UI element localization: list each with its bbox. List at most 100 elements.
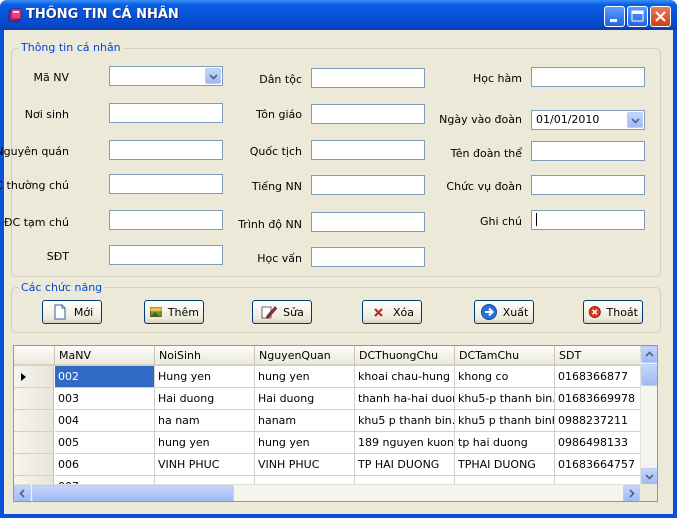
row-header[interactable]: [14, 388, 54, 410]
scroll-right-button[interactable]: [623, 485, 640, 501]
horizontal-scroll-thumb[interactable]: [32, 485, 234, 501]
sua-button[interactable]: Sửa: [252, 300, 312, 324]
column-header-dctamchu[interactable]: DCTamChu: [455, 346, 555, 366]
cell-nguyenquan[interactable]: hung yen: [255, 366, 355, 388]
cell-manv[interactable]: 004: [55, 410, 155, 432]
tiengnn-field[interactable]: [311, 175, 425, 195]
cell-noisinh[interactable]: VINH PHUC: [155, 454, 255, 476]
cell-dcthuongchu[interactable]: TP HAI DUONG: [355, 454, 455, 476]
label-manv: Mã NV: [33, 71, 69, 84]
cell-dcthuongchu[interactable]: khu5 p thanh bin...: [355, 410, 455, 432]
row-header[interactable]: [14, 410, 54, 432]
label-tendoanthe: Tên đoàn thể: [450, 147, 522, 160]
cell-dctamchu[interactable]: tp hai duong: [455, 432, 555, 454]
manv-dropdown-button[interactable]: [205, 68, 221, 84]
label-tongiao: Tôn giáo: [256, 108, 302, 121]
cell-dctamchu[interactable]: khu5-p thanh bin...: [455, 388, 555, 410]
column-header-sdt[interactable]: SDT: [555, 346, 642, 366]
maximize-button[interactable]: [627, 6, 648, 27]
cell-noisinh[interactable]: hung yen: [155, 432, 255, 454]
row-header[interactable]: [14, 366, 54, 388]
quoctich-field[interactable]: [311, 140, 425, 160]
vertical-scroll-thumb[interactable]: [641, 364, 657, 386]
scroll-up-button[interactable]: [641, 346, 657, 363]
them-button[interactable]: Thêm: [144, 300, 204, 324]
dcthuongchu-field[interactable]: [109, 174, 223, 194]
cell-nguyenquan[interactable]: hung yen: [255, 432, 355, 454]
employee-data-grid[interactable]: MaNV NoiSinh NguyenQuan DCThuongChu DCTa…: [13, 345, 658, 502]
scroll-down-button[interactable]: [641, 468, 657, 485]
cell-manv[interactable]: 002: [55, 366, 155, 388]
thoat-button[interactable]: Thoát: [583, 300, 643, 324]
dantoc-field[interactable]: [311, 68, 425, 88]
chucvudoan-field[interactable]: [531, 175, 645, 195]
functions-legend: Các chức năng: [18, 281, 106, 294]
label-trinhdonn: Trình độ NN: [238, 218, 302, 231]
label-nguyenquan: Nguyên quán: [0, 145, 69, 158]
cell-dctamchu[interactable]: khong co: [455, 366, 555, 388]
horizontal-scrollbar[interactable]: [14, 484, 640, 501]
title-bar[interactable]: THÔNG TIN CÁ NHÂN: [0, 0, 677, 30]
personal-info-legend: Thông tin cá nhân: [18, 41, 124, 54]
cell-dctamchu[interactable]: TPHAI DUONG: [455, 454, 555, 476]
moi-label: Mới: [73, 305, 94, 319]
ghichu-field[interactable]: [531, 210, 645, 230]
cell-sdt[interactable]: 0988237211: [555, 410, 642, 432]
cell-dcthuongchu[interactable]: khoai chau-hung ...: [355, 366, 455, 388]
cell-nguyenquan[interactable]: Hai duong: [255, 388, 355, 410]
dctamchu-field[interactable]: [109, 210, 223, 230]
manv-combo[interactable]: [109, 66, 223, 86]
cell-nguyenquan[interactable]: hanam: [255, 410, 355, 432]
nguyenquan-field[interactable]: [109, 140, 223, 160]
label-sdt: SĐT: [46, 250, 69, 263]
current-row-arrow-icon: [21, 373, 26, 381]
label-hocham: Học hàm: [473, 72, 522, 85]
column-header-nguyenquan[interactable]: NguyenQuan: [255, 346, 355, 366]
chevron-left-icon: [19, 489, 25, 498]
tendoanthe-field[interactable]: [531, 141, 645, 161]
cell-dcthuongchu[interactable]: 189 nguyen kuon...: [355, 432, 455, 454]
scroll-left-button[interactable]: [14, 485, 31, 501]
cell-dctamchu[interactable]: khu5 p thanh binh: [455, 410, 555, 432]
maximize-icon: [631, 10, 644, 22]
minimize-button[interactable]: [604, 6, 625, 27]
column-header-manv[interactable]: MaNV: [55, 346, 155, 366]
thoat-label: Thoát: [606, 305, 638, 319]
cell-sdt[interactable]: 0986498133: [555, 432, 642, 454]
row-header[interactable]: [14, 454, 54, 476]
cell-noisinh[interactable]: ha nam: [155, 410, 255, 432]
chevron-down-icon: [209, 74, 218, 80]
sdt-field[interactable]: [109, 245, 223, 265]
xuat-button[interactable]: Xuất: [474, 300, 534, 324]
hocham-field[interactable]: [531, 67, 645, 87]
xoa-button[interactable]: Xóa: [362, 300, 422, 324]
row-header[interactable]: [14, 432, 54, 454]
window-title: THÔNG TIN CÁ NHÂN: [26, 7, 179, 22]
ngayvaodoan-dropdown-button[interactable]: [627, 112, 643, 128]
cell-sdt[interactable]: 01683664757: [555, 454, 642, 476]
cell-noisinh[interactable]: Hung yen: [155, 366, 255, 388]
chevron-down-icon: [631, 118, 640, 124]
vertical-scrollbar[interactable]: [640, 346, 657, 485]
chevron-up-icon: [645, 351, 654, 357]
column-header-dcthuongchu[interactable]: DCThuongChu: [355, 346, 455, 366]
cell-manv[interactable]: 003: [55, 388, 155, 410]
moi-button[interactable]: Mới: [42, 300, 102, 324]
column-header-noisinh[interactable]: NoiSinh: [155, 346, 255, 366]
tongiao-field[interactable]: [311, 104, 425, 124]
cell-manv[interactable]: 005: [55, 432, 155, 454]
add-picture-icon: [150, 307, 162, 317]
cell-sdt[interactable]: 0168366877: [555, 366, 642, 388]
cell-sdt[interactable]: 01683669978: [555, 388, 642, 410]
cell-noisinh[interactable]: Hai duong: [155, 388, 255, 410]
close-button[interactable]: [650, 6, 671, 27]
label-tiengnn: Tiếng NN: [251, 180, 302, 193]
cell-dcthuongchu[interactable]: thanh ha-hai duong: [355, 388, 455, 410]
trinhdonn-field[interactable]: [311, 212, 425, 232]
noisinh-field[interactable]: [109, 103, 223, 123]
hocvan-field[interactable]: [311, 247, 425, 267]
cell-nguyenquan[interactable]: VINH PHUC: [255, 454, 355, 476]
ngayvaodoan-datepicker[interactable]: 01/01/2010: [531, 110, 645, 130]
cell-manv[interactable]: 006: [55, 454, 155, 476]
minimize-icon: [610, 19, 617, 22]
